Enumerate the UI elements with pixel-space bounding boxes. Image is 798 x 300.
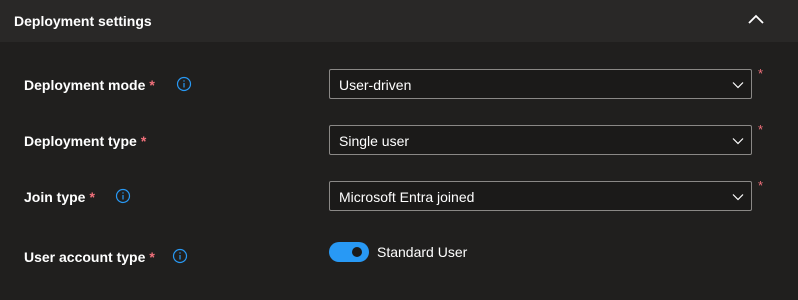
- chevron-down-icon: [732, 82, 744, 89]
- deployment-type-dropdown[interactable]: Single user: [329, 125, 752, 155]
- join-type-label: Join type *: [24, 189, 95, 205]
- toggle-label: Standard User: [377, 244, 468, 260]
- deployment-type-label: Deployment type *: [24, 133, 146, 149]
- chevron-down-icon: [732, 194, 744, 201]
- toggle-knob: [352, 247, 362, 257]
- section-header[interactable]: Deployment settings: [0, 0, 798, 42]
- join-type-dropdown[interactable]: Microsoft Entra joined: [329, 181, 752, 211]
- deployment-mode-dropdown[interactable]: User-driven: [329, 69, 752, 99]
- required-marker: *: [149, 249, 155, 265]
- user-account-type-label-text: User account type: [24, 249, 146, 265]
- info-icon[interactable]: [115, 188, 131, 204]
- deployment-type-label-text: Deployment type: [24, 133, 137, 149]
- info-icon[interactable]: [176, 76, 192, 92]
- deployment-mode-label-text: Deployment mode: [24, 77, 146, 93]
- user-account-type-toggle[interactable]: [329, 242, 369, 262]
- info-icon[interactable]: [172, 248, 188, 264]
- deployment-mode-value: User-driven: [339, 77, 412, 93]
- chevron-down-icon: [732, 138, 744, 145]
- required-marker: *: [140, 133, 147, 149]
- required-marker: *: [758, 66, 764, 81]
- deployment-mode-label: Deployment mode *: [24, 77, 155, 93]
- section-title: Deployment settings: [14, 13, 152, 29]
- join-type-value: Microsoft Entra joined: [339, 189, 475, 205]
- required-marker: *: [149, 77, 155, 93]
- deployment-type-value: Single user: [339, 133, 410, 149]
- required-marker: *: [758, 178, 764, 193]
- required-marker: *: [758, 122, 764, 137]
- user-account-type-label: User account type *: [24, 249, 155, 265]
- required-marker: *: [89, 189, 95, 205]
- chevron-up-icon[interactable]: [744, 8, 768, 32]
- join-type-label-text: Join type: [24, 189, 86, 205]
